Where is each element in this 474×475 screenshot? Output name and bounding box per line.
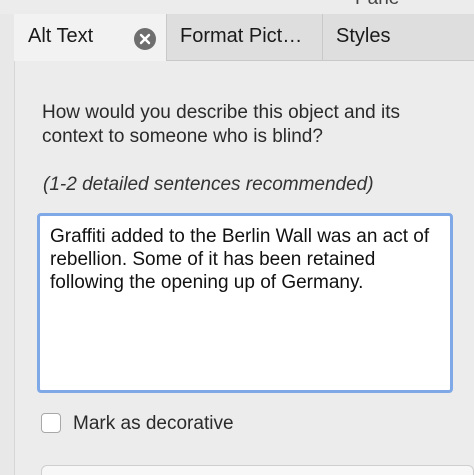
tab-alt-text-label: Alt Text (28, 25, 94, 47)
close-icon[interactable] (134, 28, 156, 50)
mark-decorative-checkbox[interactable] (41, 413, 61, 433)
tab-styles[interactable]: Styles (324, 14, 474, 60)
pane-title-partial: Pane (355, 0, 399, 9)
next-section-box (41, 465, 474, 475)
tab-styles-label: Styles (336, 25, 391, 47)
tab-format-picture-label: Format Pict… (180, 25, 303, 47)
description-field[interactable]: Graffiti added to the Berlin Wall was an… (40, 216, 450, 390)
description-field-wrapper: Graffiti added to the Berlin Wall was an… (37, 213, 453, 393)
alt-text-hint: (1-2 detailed sentences recommended) (43, 174, 374, 195)
tab-format-picture[interactable]: Format Pict… (168, 14, 323, 60)
tab-alt-text[interactable]: Alt Text (14, 14, 167, 61)
alt-text-question: How would you describe this object and i… (42, 102, 401, 147)
mark-decorative-label[interactable]: Mark as decorative (73, 413, 234, 435)
alt-text-panel: How would you describe this object and i… (15, 61, 474, 475)
left-edge (0, 14, 15, 475)
tab-bar: Alt Text Format Pict… Styles (14, 14, 474, 61)
alt-text-pane: Pane Alt Text Format Pict… Styles How wo… (0, 0, 474, 475)
top-strip: Pane (0, 0, 474, 14)
